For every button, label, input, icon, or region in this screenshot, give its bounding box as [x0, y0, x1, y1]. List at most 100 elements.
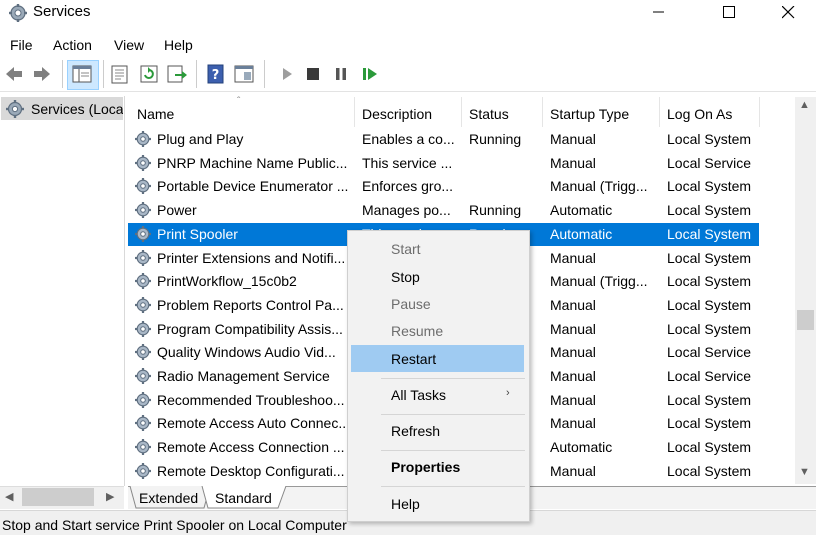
service-startup-type: Automatic — [550, 225, 613, 242]
column-separator[interactable] — [354, 97, 355, 127]
vertical-scrollbar-thumb[interactable] — [797, 310, 814, 330]
service-description: Enables a co... — [362, 131, 455, 147]
service-log-on-as: Local System — [667, 320, 752, 337]
context-menu-stop[interactable]: Stop — [391, 269, 420, 285]
status-text: Stop and Start service Print Spooler on … — [2, 517, 347, 533]
table-row[interactable]: Plug and Play Enables a co... Running Manua… — [128, 128, 759, 151]
column-header-description[interactable]: Description — [362, 106, 432, 122]
context-menu-restart[interactable]: Restart — [391, 351, 436, 367]
maximize-icon — [722, 5, 735, 18]
service-name: Quality Windows Audio Vid... — [157, 344, 336, 361]
pause-icon[interactable] — [330, 63, 352, 85]
table-row[interactable]: Portable Device Enumerator ... Enforces g… — [128, 175, 759, 198]
menu-file[interactable]: File — [10, 37, 33, 53]
left-scrollbar-thumb[interactable] — [22, 488, 94, 506]
service-log-on-as: Local System — [667, 131, 752, 147]
service-log-on-as: Local System — [667, 391, 752, 408]
service-gear-icon — [135, 439, 151, 456]
service-log-on-as: Local System — [667, 439, 752, 456]
tree-item-label: Services (Local — [31, 101, 123, 117]
service-log-on-as: Local System — [667, 249, 752, 266]
scroll-up-icon[interactable]: ▲ — [799, 99, 810, 111]
resume-icon[interactable] — [359, 63, 381, 85]
service-name: Problem Reports Control Pa... — [157, 296, 344, 313]
column-separator[interactable] — [659, 97, 660, 127]
service-startup-type: Manual — [550, 154, 596, 171]
maximize-button[interactable] — [706, 0, 752, 24]
column-header-startup-type[interactable]: Startup Type — [550, 106, 629, 122]
close-button[interactable] — [765, 0, 811, 24]
context-menu-properties[interactable]: Properties — [391, 459, 460, 475]
minimize-button[interactable] — [636, 0, 682, 24]
service-name: Portable Device Enumerator ... — [157, 178, 349, 195]
console-tree-icon[interactable] — [71, 63, 93, 85]
service-log-on-as: Local Service — [667, 154, 752, 171]
forward-icon[interactable] — [31, 63, 53, 85]
column-separator[interactable] — [759, 97, 760, 127]
column-header-status[interactable]: Status — [469, 106, 509, 122]
scroll-down-icon[interactable]: ▼ — [799, 466, 810, 478]
service-name: Power — [157, 202, 197, 219]
service-gear-icon — [135, 320, 151, 337]
scroll-right-icon[interactable]: ▶ — [106, 490, 114, 503]
export-icon[interactable] — [166, 63, 188, 85]
service-name: Remote Access Connection ... — [157, 439, 345, 456]
context-menu-separator — [381, 450, 525, 451]
submenu-arrow-icon: › — [506, 387, 510, 399]
window-title: Services — [33, 3, 91, 20]
tab-extended[interactable]: Extended — [139, 490, 198, 506]
context-menu-refresh[interactable]: Refresh — [391, 423, 440, 439]
service-log-on-as: Local System — [667, 415, 752, 432]
service-startup-type: Manual (Trigg... — [550, 273, 648, 290]
column-header-log-on-as[interactable]: Log On As — [667, 106, 732, 122]
service-name: Remote Access Auto Connec... — [157, 415, 350, 432]
play-icon[interactable] — [276, 63, 298, 85]
refresh-icon[interactable] — [138, 63, 160, 85]
show-console-icon[interactable] — [233, 63, 255, 85]
toolbar-separator — [264, 60, 265, 88]
service-gear-icon — [135, 249, 151, 266]
stop-icon[interactable] — [302, 63, 324, 85]
context-menu-separator — [381, 486, 525, 487]
menu-view[interactable]: View — [114, 37, 144, 53]
scroll-left-icon[interactable]: ◀ — [5, 490, 13, 503]
properties-icon[interactable] — [109, 63, 131, 85]
close-icon — [781, 5, 794, 18]
service-name: Printer Extensions and Notifi... — [157, 249, 346, 266]
service-gear-icon — [135, 368, 151, 384]
service-gear-icon — [135, 391, 151, 408]
column-separator[interactable] — [461, 97, 462, 127]
help-icon[interactable]: ? — [205, 63, 227, 85]
back-icon[interactable] — [3, 63, 25, 85]
context-menu — [347, 230, 530, 522]
service-name: Remote Desktop Configurati... — [157, 462, 345, 479]
service-status: Running — [469, 202, 522, 219]
service-gear-icon — [135, 154, 151, 171]
context-menu-start[interactable]: Start — [391, 241, 421, 257]
service-startup-type: Automatic — [550, 202, 613, 219]
tab-standard[interactable]: Standard — [215, 490, 272, 506]
toolbar-separator — [196, 60, 197, 88]
service-log-on-as: Local System — [667, 178, 752, 195]
context-menu-separator — [381, 378, 525, 379]
service-status: Running — [469, 131, 522, 147]
menu-help[interactable]: Help — [164, 37, 193, 53]
context-menu-help[interactable]: Help — [391, 496, 420, 512]
vertical-scrollbar[interactable] — [795, 97, 816, 484]
service-startup-type: Manual (Trigg... — [550, 178, 648, 195]
table-row[interactable]: Power Manages po... Running Automatic Local … — [128, 199, 759, 222]
service-log-on-as: Local Service — [667, 344, 752, 361]
service-name: PrintWorkflow_15c0b2 — [157, 273, 297, 290]
service-startup-type: Manual — [550, 131, 596, 147]
context-menu-resume[interactable]: Resume — [391, 323, 443, 339]
context-menu-all-tasks[interactable]: All Tasks — [391, 387, 446, 403]
menu-action[interactable]: Action — [53, 37, 92, 53]
column-header-name[interactable]: Name — [137, 106, 174, 122]
context-menu-highlight — [351, 345, 524, 372]
svg-text:?: ? — [212, 68, 220, 83]
context-menu-pause[interactable]: Pause — [391, 296, 431, 312]
service-startup-type: Manual — [550, 249, 596, 266]
service-startup-type: Manual — [550, 296, 596, 313]
table-row[interactable]: PNRP Machine Name Public... This service … — [128, 152, 759, 175]
column-separator[interactable] — [542, 97, 543, 127]
